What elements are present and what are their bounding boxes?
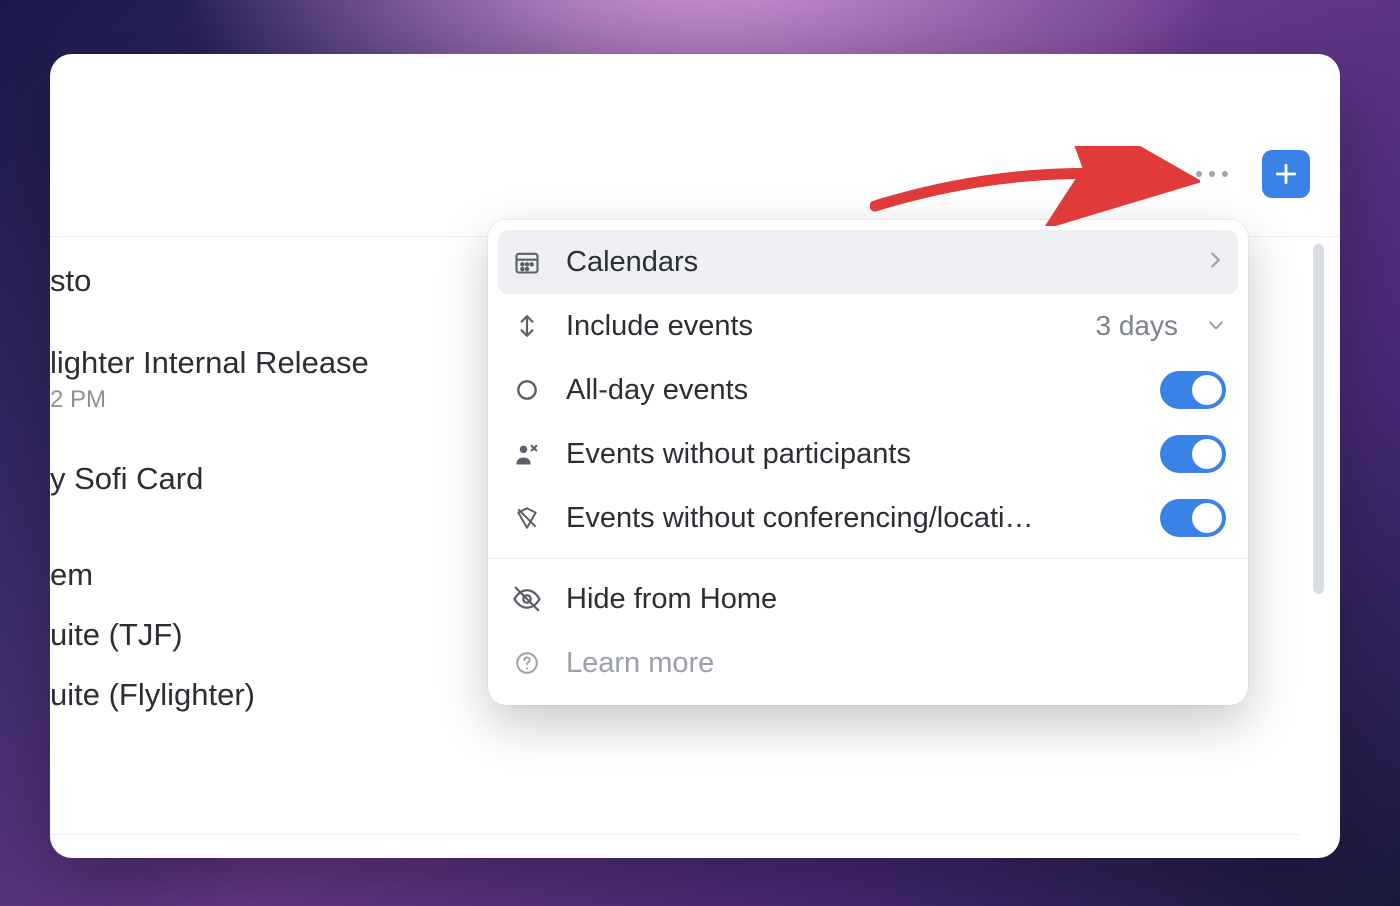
list-item[interactable]: sto [50,254,530,308]
menu-item-include-events[interactable]: Include events 3 days [498,294,1238,358]
add-button[interactable] [1262,150,1310,198]
scrollbar-thumb[interactable] [1313,244,1324,594]
menu-label: All-day events [566,374,1138,407]
list-item-time: 2 PM [50,386,530,422]
more-menu-button[interactable] [1190,165,1234,183]
menu-item-calendars[interactable]: Calendars [498,230,1238,294]
circle-icon [510,377,544,403]
menu-separator [488,558,1248,559]
options-popover: Calendars Include events 3 days All-day … [488,220,1248,705]
menu-label: Events without conferencing/locati… [566,502,1138,535]
list-item[interactable]: em [50,548,530,602]
menu-label: Hide from Home [566,583,1226,616]
chevron-right-icon [1204,246,1226,279]
menu-label: Events without participants [566,438,1138,471]
list-item[interactable]: uite (TJF) [50,608,530,662]
menu-item-all-day[interactable]: All-day events [498,358,1238,422]
toggle-all-day[interactable] [1160,371,1226,409]
vertical-arrows-icon [510,313,544,339]
header-bar [50,54,1340,182]
menu-item-no-conferencing[interactable]: Events without conferencing/locati… [498,486,1238,550]
menu-label: Learn more [566,647,1226,680]
app-card: sto lighter Internal Release 2 PM y Sofi… [50,54,1340,858]
toggle-no-conferencing[interactable] [1160,499,1226,537]
location-off-icon [510,505,544,531]
menu-label: Calendars [566,246,1182,279]
events-list: sto lighter Internal Release 2 PM y Sofi… [50,254,530,722]
chevron-down-icon [1206,310,1226,343]
header-actions [1190,150,1310,198]
menu-value: 3 days [1096,310,1179,342]
menu-item-hide-from-home[interactable]: Hide from Home [498,567,1238,631]
calendar-icon [510,248,544,276]
help-icon [510,650,544,676]
list-item[interactable]: lighter Internal Release [50,336,530,390]
person-x-icon [510,440,544,468]
section-divider [50,834,1300,835]
menu-item-learn-more[interactable]: Learn more [498,631,1238,695]
menu-item-no-participants[interactable]: Events without participants [498,422,1238,486]
list-item[interactable]: uite (Flylighter) [50,668,530,722]
menu-label: Include events [566,310,1074,343]
plus-icon [1273,161,1299,187]
eye-off-icon [510,584,544,614]
toggle-no-participants[interactable] [1160,435,1226,473]
list-item[interactable]: y Sofi Card [50,452,530,506]
